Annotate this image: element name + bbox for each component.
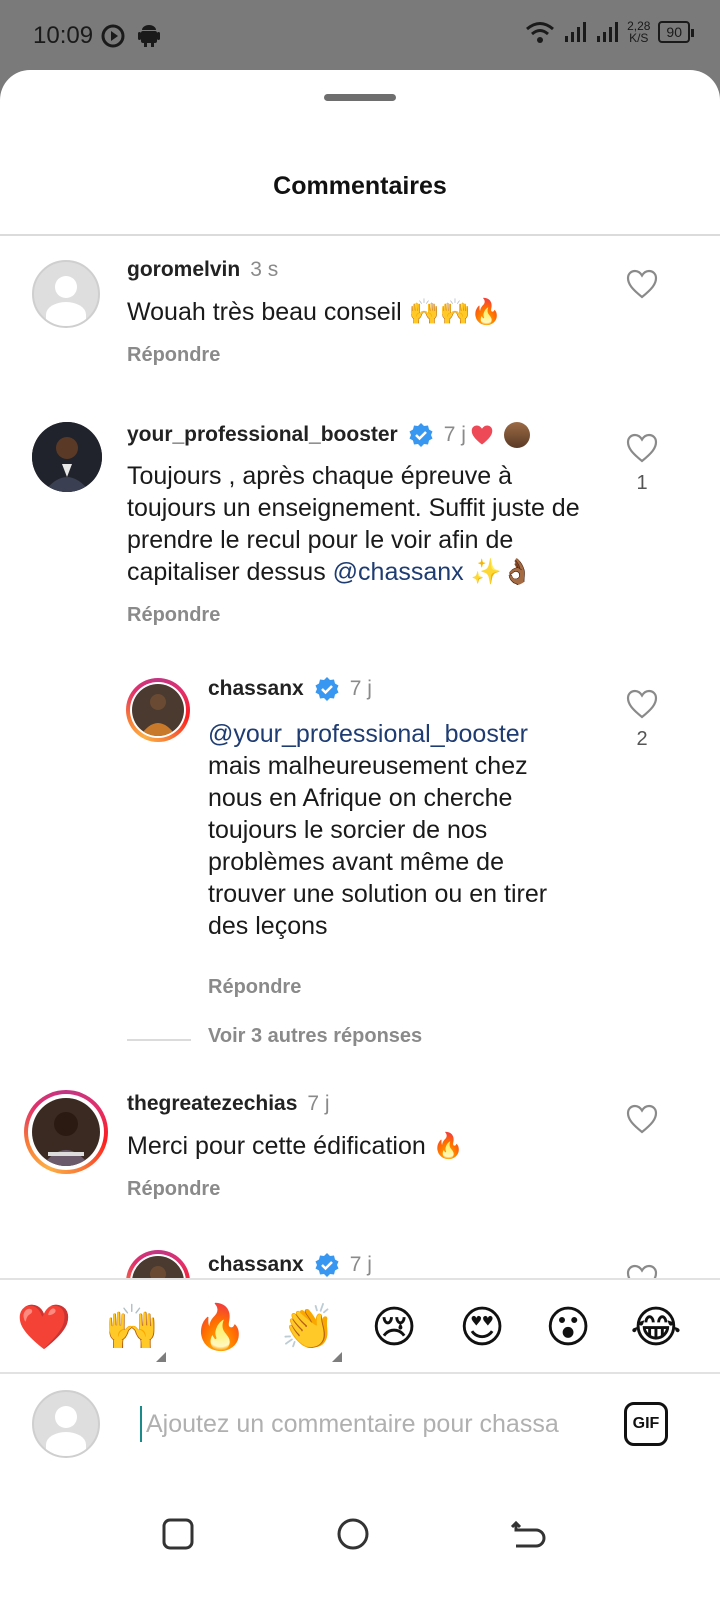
reply-button[interactable]: Répondre — [127, 344, 220, 367]
mention-link[interactable]: @chassanx — [333, 558, 464, 586]
creator-liked-heart-icon — [471, 425, 493, 445]
verified-badge-icon — [315, 1253, 339, 1277]
reaction-raised-hands[interactable]: 🙌 — [104, 1300, 160, 1356]
reaction-surprised[interactable]: 😮 — [540, 1300, 596, 1356]
comments-sheet: Commentaires goromelvin 3 s Wouah très b… — [0, 70, 720, 1612]
mention-link[interactable]: @your_professional_booster — [208, 720, 528, 748]
comment-time: 7 j — [349, 677, 372, 700]
comment-username[interactable]: your_professional_booster — [127, 423, 398, 447]
comment-input[interactable] — [140, 1406, 600, 1442]
comment-time: 7 j — [349, 1253, 372, 1276]
comment-time: 7 j — [443, 423, 466, 446]
status-bar: 10:09 2,28 K/S 90 — [0, 0, 720, 72]
comment-text: Wouah très beau conseil 🙌🙌🔥 — [127, 298, 503, 326]
avatar[interactable] — [32, 260, 100, 328]
reaction-clap[interactable]: 👏 — [280, 1300, 336, 1356]
skin-tone-indicator — [156, 1352, 166, 1362]
comment-composer: GIF — [0, 1374, 720, 1484]
quick-reactions-bar: ❤️ 🙌 🔥 👏 😢 😍 😮 😂 — [0, 1278, 720, 1374]
skin-tone-indicator — [332, 1352, 342, 1362]
status-right: 2,28 K/S 90 — [525, 19, 694, 45]
reply-button[interactable]: Répondre — [208, 976, 301, 999]
heart-icon[interactable] — [626, 433, 658, 463]
gif-button[interactable]: GIF — [624, 1402, 668, 1446]
verified-badge-icon — [315, 677, 339, 701]
android-icon — [138, 25, 160, 47]
like-count: 2 — [636, 728, 648, 750]
comment-text: Merci pour cette édification 🔥 — [127, 1132, 464, 1160]
like-count: 1 — [636, 472, 648, 494]
comments-list[interactable]: goromelvin 3 s Wouah très beau conseil 🙌… — [0, 236, 720, 1388]
verified-badge-icon — [409, 423, 433, 447]
signal-icon — [565, 22, 587, 42]
signal-icon — [597, 22, 619, 42]
avatar — [32, 1390, 100, 1458]
view-more-replies-button[interactable]: Voir 3 autres réponses — [208, 1025, 422, 1048]
avatar[interactable] — [24, 1090, 108, 1174]
heart-icon[interactable] — [626, 689, 658, 719]
battery-indicator: 90 — [658, 21, 694, 43]
sheet-title: Commentaires — [273, 172, 447, 200]
comment-text: @your_professional_booster mais malheure… — [208, 720, 548, 940]
reaction-fire[interactable]: 🔥 — [192, 1300, 248, 1356]
comment-text: Toujours , après chaque épreuve à toujou… — [127, 462, 580, 586]
reaction-heart-eyes[interactable]: 😍 — [454, 1300, 510, 1356]
heart-icon[interactable] — [626, 269, 658, 299]
home-icon[interactable] — [333, 1514, 373, 1554]
creator-avatar-mini — [503, 422, 530, 448]
media-play-icon — [101, 24, 125, 48]
comment-time: 3 s — [250, 258, 279, 281]
reaction-crying[interactable]: 😢 — [366, 1300, 422, 1356]
comment-username[interactable]: thegreatezechias — [127, 1092, 297, 1116]
drag-handle[interactable] — [324, 94, 396, 101]
wifi-icon — [526, 22, 555, 43]
navigation-bar — [0, 1484, 720, 1612]
status-time: 10:09 — [33, 22, 94, 49]
comment-username[interactable]: goromelvin — [127, 258, 240, 282]
comment-time: 7 j — [307, 1092, 330, 1115]
network-speed: 2,28 K/S — [627, 19, 651, 45]
recents-icon[interactable] — [158, 1514, 198, 1554]
divider — [127, 1039, 191, 1041]
reaction-laughing[interactable]: 😂 — [628, 1300, 684, 1356]
comment-username[interactable]: chassanx — [208, 677, 304, 701]
comment-username[interactable]: chassanx — [208, 1253, 304, 1277]
reply-button[interactable]: Répondre — [127, 1178, 220, 1201]
reply-button[interactable]: Répondre — [127, 604, 220, 627]
reaction-heart[interactable]: ❤️ — [16, 1300, 72, 1356]
avatar[interactable] — [126, 678, 190, 742]
back-icon[interactable] — [506, 1514, 546, 1554]
avatar[interactable] — [32, 422, 102, 492]
heart-icon[interactable] — [626, 1104, 658, 1134]
